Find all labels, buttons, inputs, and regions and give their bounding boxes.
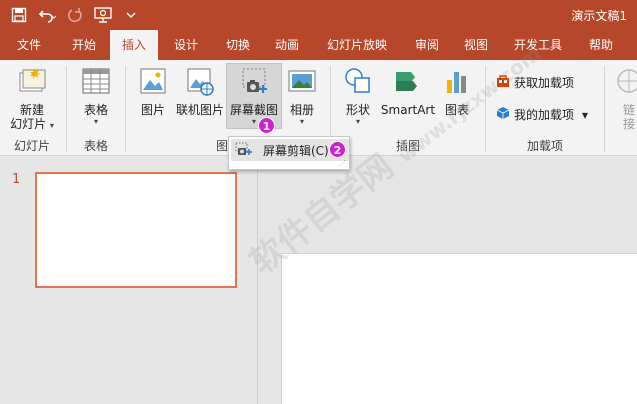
- link-button[interactable]: 链 接: [614, 66, 637, 131]
- slide-canvas[interactable]: [281, 253, 637, 404]
- chevron-down-icon: ▾: [582, 107, 589, 122]
- group-divider: [66, 66, 67, 152]
- addin-cube-icon: [496, 106, 510, 123]
- online-picture-button[interactable]: 联机图片: [174, 66, 226, 117]
- link-label: 链: [622, 103, 635, 117]
- table-label: 表格: [83, 103, 108, 117]
- chevron-down-icon: ▾: [299, 117, 304, 126]
- my-addins-button[interactable]: 我的加载项 ▾: [496, 106, 588, 123]
- photo-album-button[interactable]: 相册 ▾: [284, 66, 320, 127]
- new-slide-label: 新建: [19, 103, 44, 117]
- screenshot-icon: [227, 66, 281, 99]
- step-badge-1: 1: [258, 117, 275, 134]
- screenshot-button[interactable]: 屏幕截图 ▾: [227, 66, 281, 127]
- slide-thumbnail[interactable]: [35, 172, 237, 288]
- tab-help[interactable]: 帮助: [576, 30, 626, 60]
- picture-label: 图片: [140, 103, 165, 117]
- chevron-down-icon: ▾: [49, 121, 54, 130]
- tab-animations[interactable]: 动画: [262, 30, 312, 60]
- table-button[interactable]: 表格 ▾: [76, 66, 116, 127]
- tab-transitions[interactable]: 切换: [214, 30, 262, 60]
- slides-pane: 1: [0, 157, 258, 404]
- slide-number: 1: [12, 172, 21, 187]
- online-picture-label: 联机图片: [175, 103, 224, 117]
- new-slide-icon: [6, 66, 58, 99]
- group-divider: [604, 66, 605, 152]
- screenshot-label: 屏幕截图: [229, 103, 278, 117]
- tab-insert[interactable]: 插入: [110, 30, 158, 60]
- save-icon[interactable]: [8, 4, 30, 26]
- chevron-down-icon: ▾: [93, 117, 98, 126]
- link-label-2: 接: [622, 117, 635, 131]
- picture-icon: [134, 66, 172, 99]
- customize-icon[interactable]: [120, 4, 142, 26]
- group-divider: [125, 66, 126, 152]
- chevron-down-icon: ▾: [355, 117, 360, 126]
- photo-album-icon: [284, 66, 320, 99]
- shapes-label: 形状: [345, 103, 370, 117]
- undo-icon[interactable]: [36, 4, 58, 26]
- step-badge-2: 2: [329, 141, 346, 158]
- tab-review[interactable]: 审阅: [402, 30, 452, 60]
- screen-clipping-label: 屏幕剪辑(C): [263, 143, 329, 158]
- table-icon: [76, 66, 116, 99]
- my-addins-label: 我的加载项: [514, 108, 575, 122]
- redo-icon[interactable]: [64, 4, 86, 26]
- new-slide-button[interactable]: 新建 幻灯片 ▾: [6, 66, 58, 131]
- resize-grip-icon[interactable]: ⋰: [339, 160, 346, 167]
- link-icon: [614, 66, 637, 99]
- title-bar: 演示文稿1: [0, 0, 637, 30]
- shapes-icon: [338, 66, 378, 99]
- group-label-addins: 加载项: [526, 139, 563, 153]
- tab-design[interactable]: 设计: [158, 30, 214, 60]
- photo-album-label: 相册: [289, 103, 314, 117]
- group-label-tables: 表格: [83, 139, 108, 153]
- tab-slideshow[interactable]: 幻灯片放映: [312, 30, 402, 60]
- online-picture-icon: [174, 66, 226, 99]
- shapes-button[interactable]: 形状 ▾: [338, 66, 378, 127]
- quick-access-toolbar: [8, 4, 148, 26]
- tab-home[interactable]: 开始: [58, 30, 110, 60]
- tab-file[interactable]: 文件: [0, 30, 58, 60]
- group-label-slides: 幻灯片: [13, 139, 50, 153]
- picture-button[interactable]: 图片: [134, 66, 172, 117]
- screen-clipping-icon: [235, 142, 253, 159]
- document-title: 演示文稿1: [571, 9, 627, 23]
- new-slide-label-2: 幻灯片 ▾: [10, 117, 54, 131]
- smartart-icon: [380, 66, 436, 99]
- present-icon[interactable]: [92, 4, 114, 26]
